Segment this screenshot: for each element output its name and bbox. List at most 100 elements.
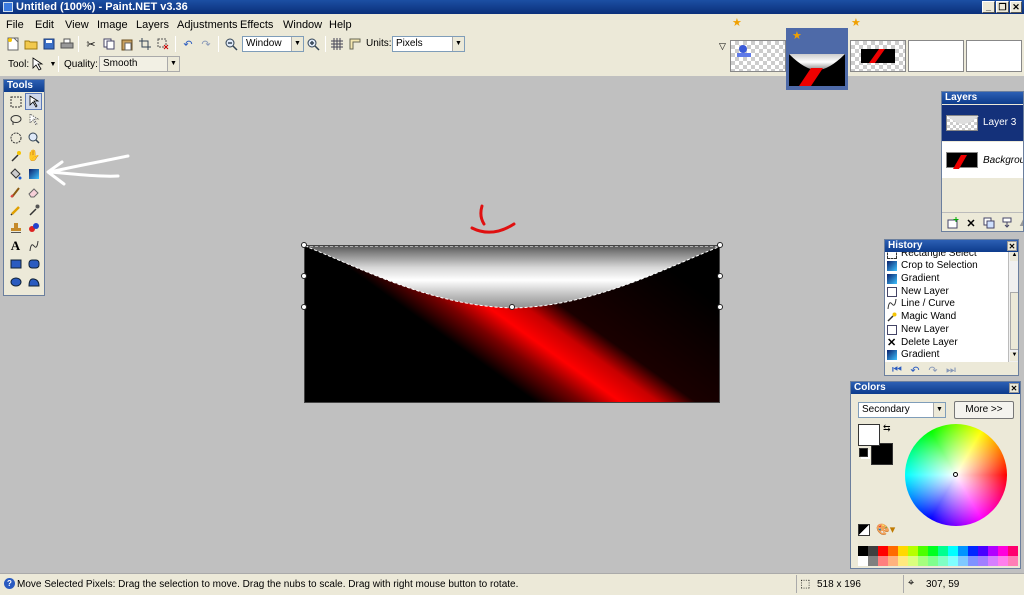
selection-nub[interactable]	[717, 242, 723, 248]
menu-window[interactable]: Window	[283, 19, 322, 31]
add-layer-icon[interactable]	[945, 215, 961, 231]
palette-swatch[interactable]	[898, 546, 908, 556]
palette-swatch[interactable]	[938, 546, 948, 556]
palette-swatch[interactable]	[968, 546, 978, 556]
palette-color-icon[interactable]	[858, 524, 870, 536]
units-combo[interactable]: Pixels ▼	[392, 36, 465, 52]
palette-swatch[interactable]	[998, 556, 1008, 566]
chevron-down-icon[interactable]: ▼	[291, 37, 303, 51]
undo-icon[interactable]: ↶	[907, 362, 923, 376]
selection-nub[interactable]	[301, 304, 307, 310]
more-colors-button[interactable]: More >>	[954, 401, 1014, 419]
merge-layer-down-icon[interactable]	[999, 215, 1015, 231]
image-thumbnail-3[interactable]	[850, 40, 906, 72]
history-scrollbar[interactable]: ▲ ▼	[1008, 252, 1018, 362]
menu-adjustments[interactable]: Adjustments	[177, 19, 238, 31]
palette-swatch[interactable]	[998, 546, 1008, 556]
palette-swatch[interactable]	[868, 546, 878, 556]
rounded-rectangle-icon[interactable]	[25, 255, 42, 272]
palette-swatch[interactable]	[908, 556, 918, 566]
history-item[interactable]: Rectangle Select	[887, 252, 977, 260]
history-item[interactable]: Line / Curve	[887, 298, 955, 310]
new-icon[interactable]	[5, 36, 21, 52]
text-tool-icon[interactable]: A	[7, 237, 24, 254]
rulers-icon[interactable]	[347, 36, 363, 52]
chevron-down-icon[interactable]: ▼	[452, 37, 464, 51]
recolor-icon[interactable]	[25, 219, 42, 236]
history-item[interactable]: Crop to Selection	[887, 260, 978, 272]
history-item[interactable]: Magic Wand	[887, 311, 956, 323]
palette-swatch[interactable]	[958, 556, 968, 566]
undo-icon[interactable]: ↶	[180, 36, 196, 52]
print-icon[interactable]	[59, 36, 75, 52]
menu-edit[interactable]: Edit	[35, 19, 54, 31]
move-layer-up-icon[interactable]: ▲	[1015, 215, 1023, 231]
palette-swatch[interactable]	[928, 556, 938, 566]
image-thumbnail-5[interactable]	[966, 40, 1022, 72]
palette-swatch[interactable]	[978, 556, 988, 566]
selection-nub[interactable]	[717, 304, 723, 310]
menu-image[interactable]: Image	[97, 19, 128, 31]
move-selection-icon[interactable]	[25, 111, 42, 128]
palette-swatch[interactable]	[988, 556, 998, 566]
palette-swatch[interactable]	[928, 546, 938, 556]
selection-nub[interactable]	[717, 273, 723, 279]
secondary-color-swatch[interactable]	[871, 443, 893, 465]
palette-swatch[interactable]	[968, 556, 978, 566]
color-picker-icon[interactable]	[25, 201, 42, 218]
chevron-down-icon[interactable]: ▼	[933, 403, 945, 417]
lasso-select-icon[interactable]	[7, 111, 24, 128]
open-folder-icon[interactable]	[23, 36, 39, 52]
ellipse-select-icon[interactable]	[7, 129, 24, 146]
quality-combo[interactable]: Smooth ▼	[99, 56, 180, 72]
rectangle-tool-icon[interactable]	[7, 255, 24, 272]
paste-icon[interactable]	[119, 36, 135, 52]
palette-swatch[interactable]	[1008, 546, 1018, 556]
menu-layers[interactable]: Layers	[136, 19, 169, 31]
layer-row-background[interactable]: Background	[942, 142, 1023, 178]
layer-row-layer-3[interactable]: Layer 3	[942, 105, 1023, 141]
redo-icon[interactable]: ↷	[925, 362, 941, 376]
history-item[interactable]: New Layer	[887, 286, 949, 298]
menu-file[interactable]: File	[6, 19, 24, 31]
palette-swatch[interactable]	[938, 556, 948, 566]
close-button[interactable]: ✕	[1010, 1, 1022, 13]
pencil-icon[interactable]	[7, 201, 24, 218]
palette-menu-icon[interactable]: 🎨▾	[876, 523, 895, 536]
palette-swatch[interactable]	[898, 556, 908, 566]
chevron-down-icon[interactable]: ▼	[167, 57, 179, 71]
image-thumbnail-2[interactable]	[789, 54, 845, 86]
reset-colors-icon[interactable]	[859, 448, 868, 457]
paint-bucket-icon[interactable]	[7, 165, 24, 182]
zoom-combo[interactable]: Window ▼	[242, 36, 304, 52]
palette-swatch[interactable]	[978, 546, 988, 556]
close-icon[interactable]: ✕	[1009, 383, 1019, 393]
save-icon[interactable]	[41, 36, 57, 52]
palette-swatch[interactable]	[948, 546, 958, 556]
rewind-icon[interactable]: ⏮	[889, 362, 905, 376]
scroll-up-icon[interactable]: ▲	[1010, 252, 1018, 261]
freeform-shape-icon[interactable]	[25, 273, 42, 290]
image-thumbnail-4[interactable]	[908, 40, 964, 72]
menu-help[interactable]: Help	[329, 19, 352, 31]
grid-icon[interactable]	[329, 36, 345, 52]
palette-swatch[interactable]	[858, 546, 868, 556]
minimize-button[interactable]: _	[982, 1, 995, 13]
color-mode-combo[interactable]: Secondary ▼	[858, 402, 946, 418]
paintbrush-icon[interactable]	[7, 183, 24, 200]
primary-color-swatch[interactable]	[858, 424, 880, 446]
deselect-icon[interactable]	[155, 36, 171, 52]
move-selected-pixels-tool-icon[interactable]	[25, 93, 42, 110]
history-item[interactable]: New Layer	[887, 324, 949, 336]
image-list-dropdown-icon[interactable]: ▽	[719, 41, 726, 52]
scrollbar-thumb[interactable]	[1010, 292, 1018, 350]
history-item[interactable]: ✕ Delete Layer	[887, 337, 958, 349]
delete-layer-icon[interactable]: ✕	[963, 215, 979, 231]
palette-swatch[interactable]	[888, 556, 898, 566]
palette-swatch[interactable]	[988, 546, 998, 556]
zoom-out-icon[interactable]	[223, 36, 239, 52]
restore-button[interactable]: ❐	[996, 1, 1009, 13]
palette-swatch[interactable]	[868, 556, 878, 566]
history-item[interactable]: Gradient	[887, 273, 939, 285]
palette-swatch[interactable]	[878, 556, 888, 566]
